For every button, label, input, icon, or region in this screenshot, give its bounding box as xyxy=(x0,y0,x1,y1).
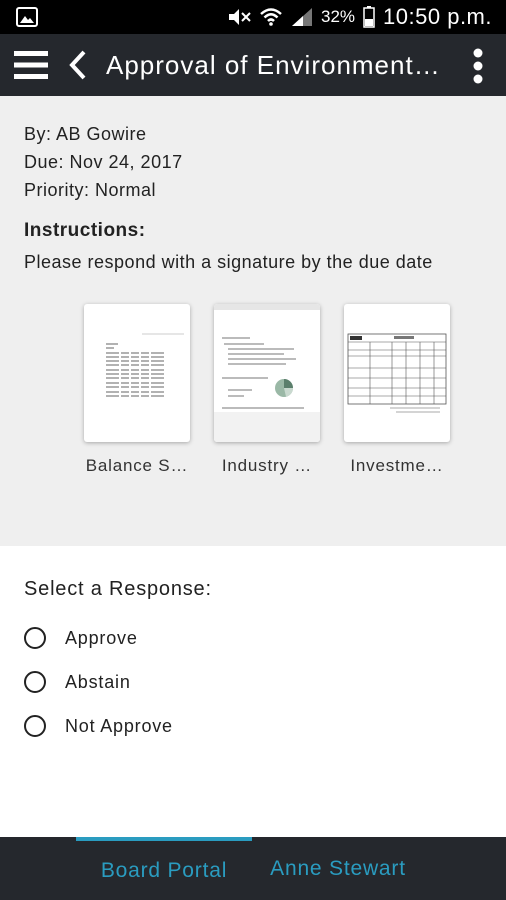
battery-percent: 32% xyxy=(321,7,356,26)
document-investment[interactable]: Investme… xyxy=(344,304,450,476)
back-chevron-icon[interactable] xyxy=(64,48,92,82)
document-industry[interactable]: Industry … xyxy=(214,304,320,476)
tab-anne-stewart[interactable]: Anne Stewart xyxy=(252,837,424,900)
tab-board-portal[interactable]: Board Portal xyxy=(76,837,252,900)
signal-icon xyxy=(292,8,313,26)
radio-button[interactable] xyxy=(24,715,46,737)
app-bar: Approval of Environment… xyxy=(0,34,506,96)
document-label: Investme… xyxy=(350,456,444,475)
response-option-not-approve[interactable]: Not Approve xyxy=(24,713,173,739)
gallery-notification-icon xyxy=(16,7,38,27)
spreadsheet-thumbnail-icon xyxy=(84,304,190,442)
radio-button[interactable] xyxy=(24,671,46,693)
attached-documents: Balance S… Industry … Investme… xyxy=(84,304,450,476)
response-option-label: Abstain xyxy=(65,671,131,692)
due-date-line: Due: Nov 24, 2017 xyxy=(24,152,183,172)
priority-line: Priority: Normal xyxy=(24,180,157,200)
hamburger-menu-icon[interactable] xyxy=(14,50,48,80)
clock: 10:50 p.m. xyxy=(383,4,492,29)
response-option-approve[interactable]: Approve xyxy=(24,625,138,651)
document-label: Balance S… xyxy=(85,456,189,475)
bottom-nav: Board Portal Anne Stewart xyxy=(0,837,506,900)
document-label: Industry … xyxy=(221,456,313,475)
response-heading: Select a Response: xyxy=(24,578,212,600)
instructions-heading: Instructions: xyxy=(24,220,146,241)
radio-button[interactable] xyxy=(24,627,46,649)
page-title: Approval of Environment… xyxy=(106,50,441,80)
instructions-text: Please respond with a signature by the d… xyxy=(24,252,433,272)
item-meta: By: AB Gowire Due: Nov 24, 2017 Priority… xyxy=(24,120,183,204)
wifi-icon xyxy=(260,8,282,26)
meeting-item-details: By: AB Gowire Due: Nov 24, 2017 Priority… xyxy=(0,96,506,546)
author-line: By: AB Gowire xyxy=(24,124,147,144)
response-option-abstain[interactable]: Abstain xyxy=(24,669,131,695)
overflow-menu-icon[interactable] xyxy=(466,46,490,86)
form-thumbnail-icon xyxy=(344,304,450,442)
response-option-label: Not Approve xyxy=(65,715,173,736)
battery-icon xyxy=(363,6,375,28)
report-thumbnail-icon xyxy=(214,304,320,442)
response-option-label: Approve xyxy=(65,627,138,648)
mute-icon xyxy=(229,9,251,25)
status-bar: 32% 10:50 p.m. xyxy=(0,0,506,34)
document-balance-sheet[interactable]: Balance S… xyxy=(84,304,190,476)
